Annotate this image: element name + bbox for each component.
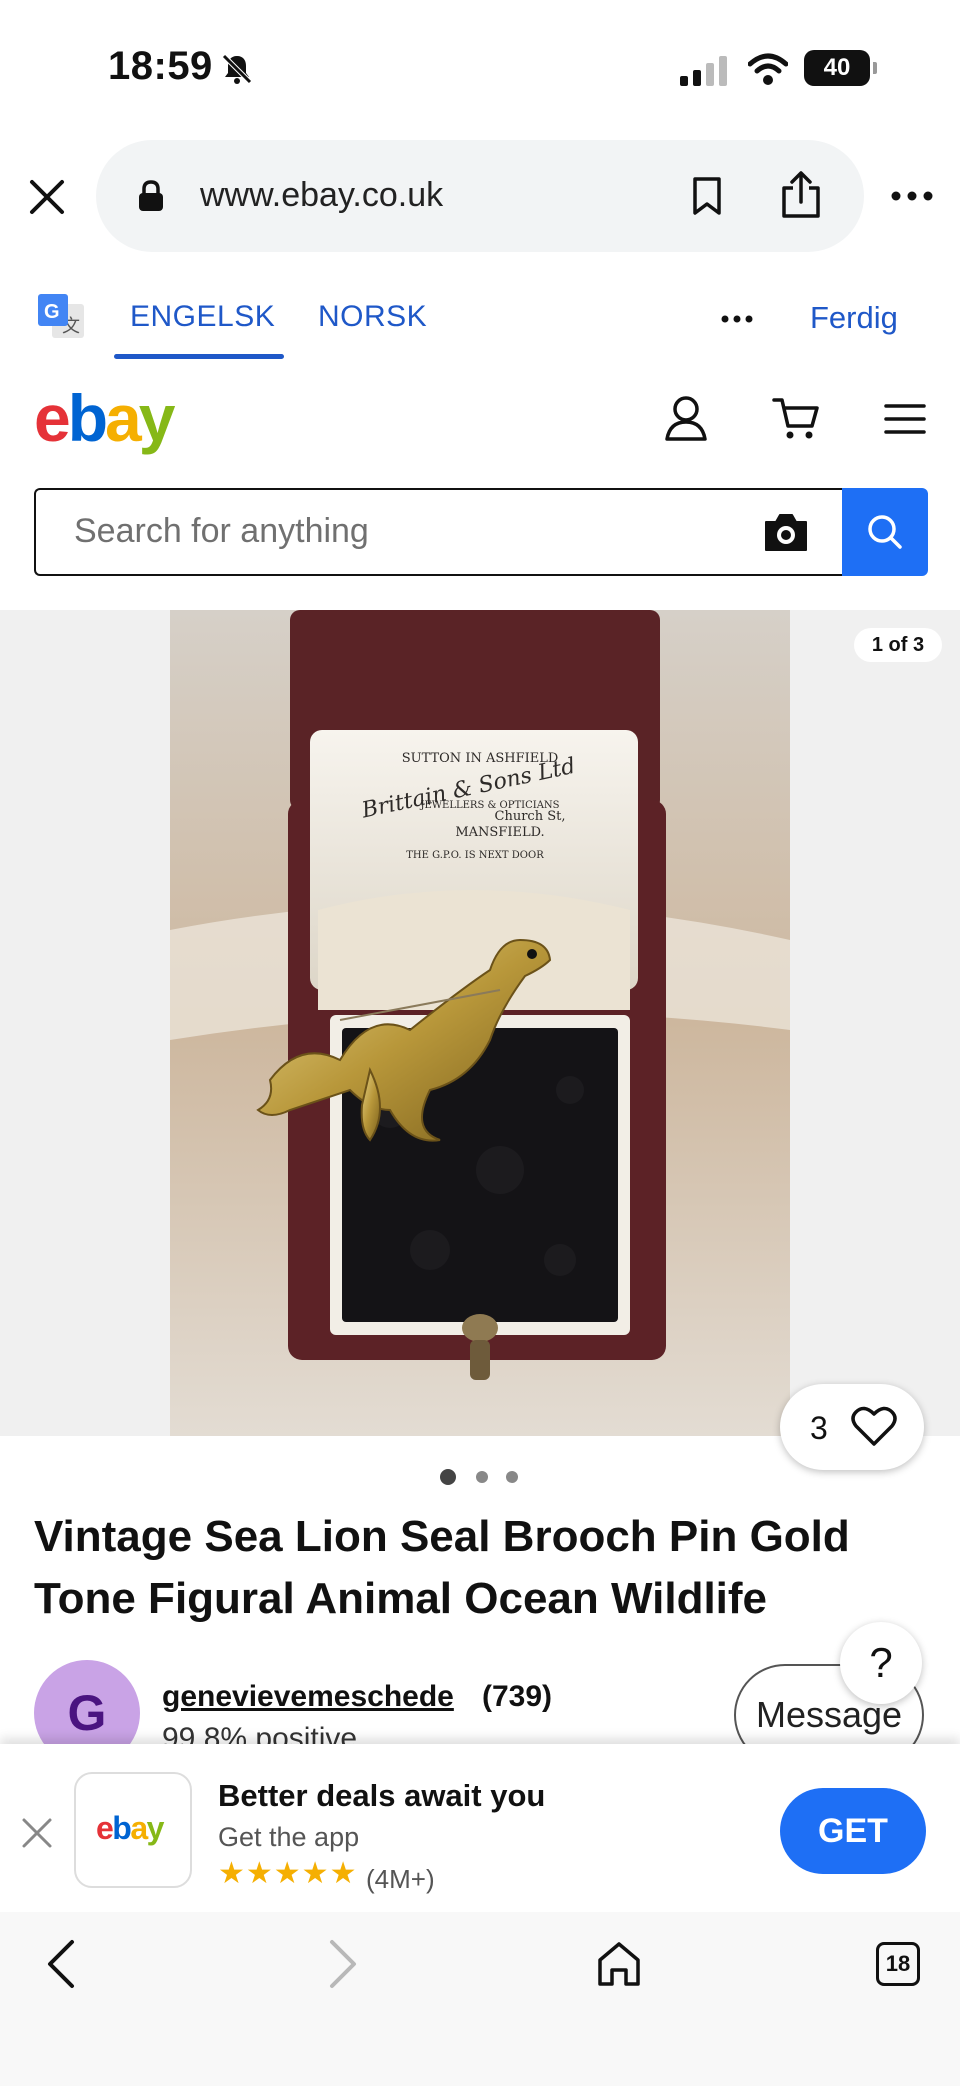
bookmark-icon[interactable] bbox=[690, 176, 724, 216]
heart-icon[interactable] bbox=[850, 1404, 898, 1448]
home-icon[interactable] bbox=[596, 1940, 642, 1988]
box-print-line4: Church St, bbox=[495, 809, 566, 824]
camera-search-icon[interactable] bbox=[762, 510, 810, 554]
rating-count: (4M+) bbox=[366, 1864, 435, 1894]
more-options-icon[interactable] bbox=[890, 190, 934, 202]
search-button[interactable] bbox=[842, 488, 928, 576]
active-tab-indicator bbox=[114, 354, 284, 359]
translate-done-button[interactable]: Ferdig bbox=[810, 300, 898, 336]
close-icon[interactable] bbox=[26, 176, 68, 218]
ebay-logo[interactable]: ebay bbox=[34, 380, 175, 456]
bell-muted-icon bbox=[222, 54, 252, 84]
browser-bottom-nav bbox=[0, 1912, 960, 2086]
search-placeholder[interactable]: Search for anything bbox=[74, 512, 369, 551]
cart-icon[interactable] bbox=[772, 394, 820, 442]
svg-text:G: G bbox=[44, 301, 60, 323]
brooch-photo: SUTTON IN ASHFIELD Brittain & Sons Ltd J… bbox=[170, 610, 790, 1436]
status-time: 18:59 bbox=[108, 44, 213, 88]
cell-signal-icon bbox=[680, 56, 727, 86]
forward-icon[interactable] bbox=[326, 1938, 360, 1990]
banner-title: Better deals await you bbox=[218, 1778, 546, 1813]
get-app-button[interactable]: GET bbox=[780, 1788, 926, 1874]
carousel-dot[interactable] bbox=[476, 1471, 488, 1483]
lock-icon bbox=[139, 180, 163, 211]
box-print-line6: THE G.P.O. IS NEXT DOOR bbox=[406, 850, 544, 861]
share-icon[interactable] bbox=[780, 170, 822, 220]
user-account-icon[interactable] bbox=[664, 394, 708, 442]
tab-norwegian[interactable]: NORSK bbox=[318, 300, 427, 334]
banner-subtitle: Get the app bbox=[218, 1822, 360, 1852]
image-counter: 1 of 3 bbox=[854, 628, 942, 662]
battery-indicator: 40 bbox=[804, 50, 877, 86]
tabs-count-button[interactable]: 18 bbox=[876, 1942, 920, 1986]
tab-english[interactable]: ENGELSK bbox=[130, 300, 275, 334]
carousel-pagination[interactable] bbox=[438, 1468, 522, 1486]
ebay-app-logo: ebay bbox=[96, 1810, 164, 1846]
search-icon bbox=[868, 515, 902, 549]
product-image[interactable]: SUTTON IN ASHFIELD Brittain & Sons Ltd J… bbox=[170, 610, 790, 1436]
url-text[interactable]: www.ebay.co.uk bbox=[200, 176, 443, 215]
back-icon[interactable] bbox=[44, 1938, 78, 1990]
seller-name-link[interactable]: genevievemeschede bbox=[162, 1680, 454, 1714]
google-translate-icon[interactable]: 文 G bbox=[36, 292, 86, 342]
seller-feedback-count: (739) bbox=[482, 1680, 553, 1713]
watch-count: 3 bbox=[810, 1410, 828, 1446]
box-print-line5: MANSFIELD. bbox=[455, 825, 544, 840]
carousel-dot-active[interactable] bbox=[440, 1469, 456, 1485]
wifi-icon bbox=[748, 53, 788, 85]
carousel-dot[interactable] bbox=[506, 1471, 518, 1483]
help-button[interactable]: ? bbox=[840, 1622, 922, 1704]
rating-stars-icon: ★★★★★ bbox=[218, 1857, 358, 1890]
listing-title: Vintage Sea Lion Seal Brooch Pin Gold To… bbox=[34, 1512, 850, 1623]
close-banner-icon[interactable] bbox=[20, 1816, 54, 1850]
hamburger-menu-icon[interactable] bbox=[884, 402, 926, 436]
translate-more-icon[interactable] bbox=[720, 314, 754, 324]
